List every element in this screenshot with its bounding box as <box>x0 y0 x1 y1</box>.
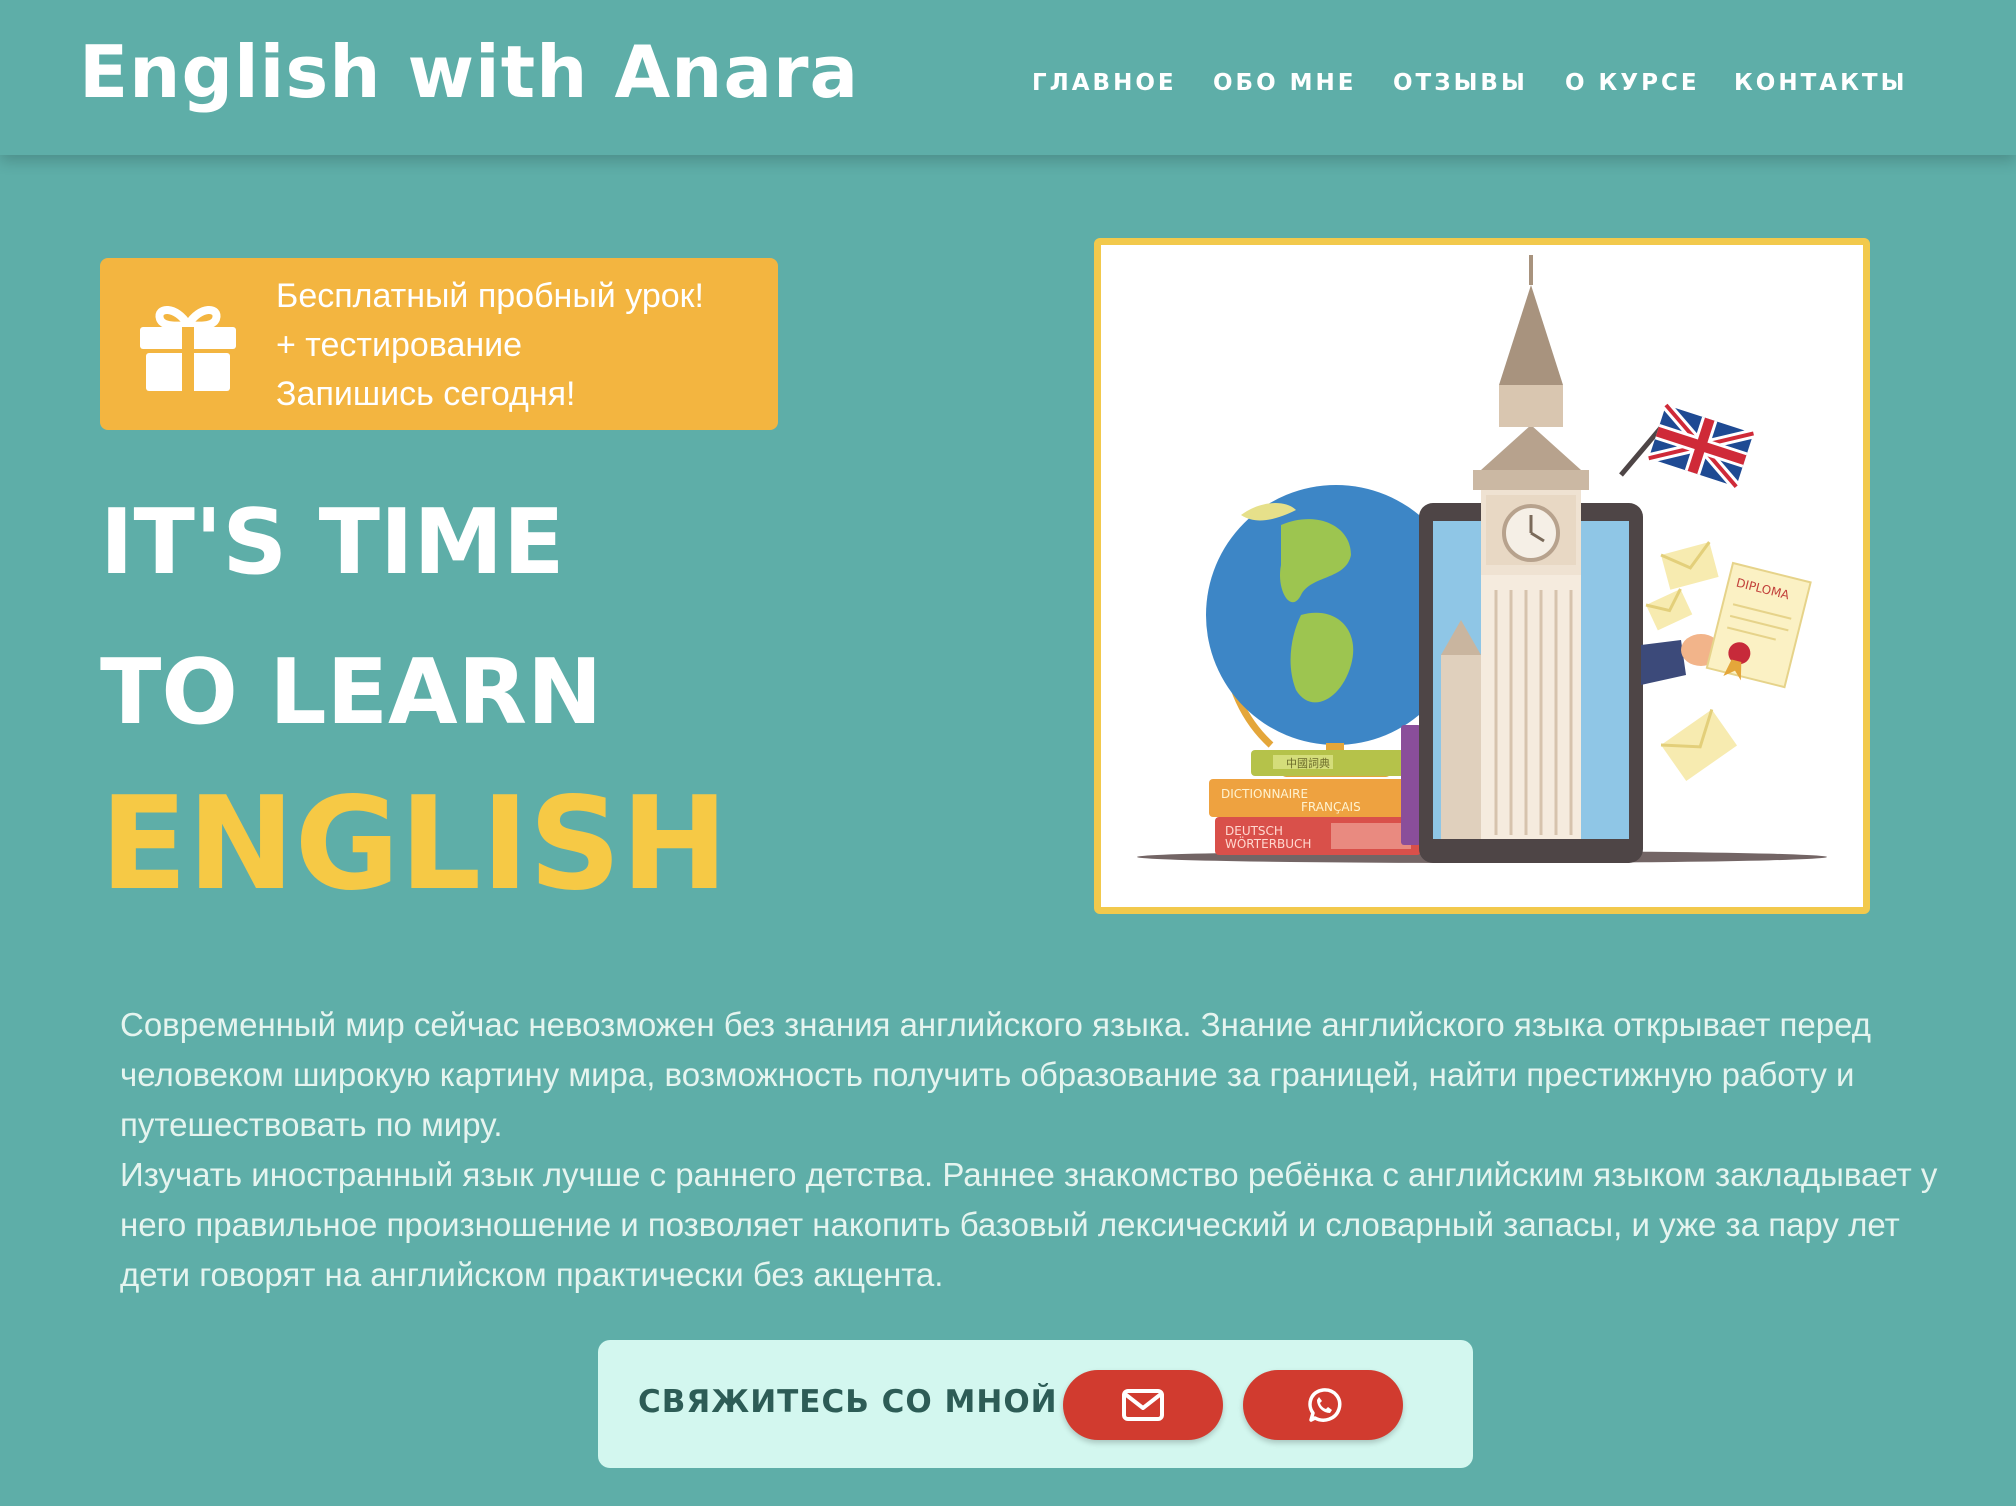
site-logo[interactable]: English with Anara <box>79 30 859 114</box>
svg-text:DICTIONNAIRE: DICTIONNAIRE <box>1221 787 1308 801</box>
envelope-icon <box>1122 1389 1164 1421</box>
intro-paragraph-1: Современный мир сейчас невозможен без зн… <box>120 1006 1872 1143</box>
nav-item-reviews[interactable]: ОТЗЫВЫ <box>1393 70 1528 96</box>
free-lesson-promo[interactable]: Бесплатный пробный урок! + тестирование … <box>100 258 778 430</box>
intro-paragraph-2: Изучать иностранный язык лучше с раннего… <box>120 1156 1938 1293</box>
diploma-icon: DIPLOMA <box>1705 561 1812 689</box>
promo-line-2: + тестирование <box>276 326 523 364</box>
nav-item-course[interactable]: О КУРСЕ <box>1565 70 1700 96</box>
nav-item-contacts[interactable]: КОНТАКТЫ <box>1734 70 1907 96</box>
nav-item-about[interactable]: ОБО МНЕ <box>1213 70 1357 96</box>
contact-bar: СВЯЖИТЕСЬ СО МНОЙ <box>598 1340 1473 1468</box>
headline-line-1: IT'S TIME <box>100 490 565 595</box>
svg-text:中國詞典: 中國詞典 <box>1286 756 1330 770</box>
headline-line-2: TO LEARN <box>100 640 603 745</box>
london-study-illustration: 中國詞典 DICTIONNAIRE FRANÇAIS DEUTSCH WÖRTE… <box>1137 255 1827 863</box>
svg-text:FRANÇAIS: FRANÇAIS <box>1301 800 1361 814</box>
gift-icon <box>140 306 236 391</box>
whatsapp-button[interactable] <box>1243 1370 1403 1440</box>
whatsapp-icon <box>1308 1388 1342 1422</box>
svg-text:DEUTSCH: DEUTSCH <box>1225 824 1283 838</box>
intro-description: Современный мир сейчас невозможен без зн… <box>120 1000 1940 1300</box>
promo-text: Бесплатный пробный урок! + тестирование … <box>276 272 704 419</box>
email-button[interactable] <box>1063 1370 1223 1440</box>
promo-line-3: Запишись сегодня! <box>276 375 576 413</box>
svg-text:WÖRTERBUCH: WÖRTERBUCH <box>1225 835 1311 851</box>
promo-line-1: Бесплатный пробный урок! <box>276 277 704 315</box>
nav-item-home[interactable]: ГЛАВНОЕ <box>1032 70 1177 96</box>
contact-label: СВЯЖИТЕСЬ СО МНОЙ <box>638 1384 1058 1420</box>
site-header: English with Anara ГЛАВНОЕ ОБО МНЕ ОТЗЫВ… <box>0 0 2016 155</box>
headline-line-3: ENGLISH <box>100 770 729 919</box>
hero-illustration: 中國詞典 DICTIONNAIRE FRANÇAIS DEUTSCH WÖRTE… <box>1094 238 1870 914</box>
